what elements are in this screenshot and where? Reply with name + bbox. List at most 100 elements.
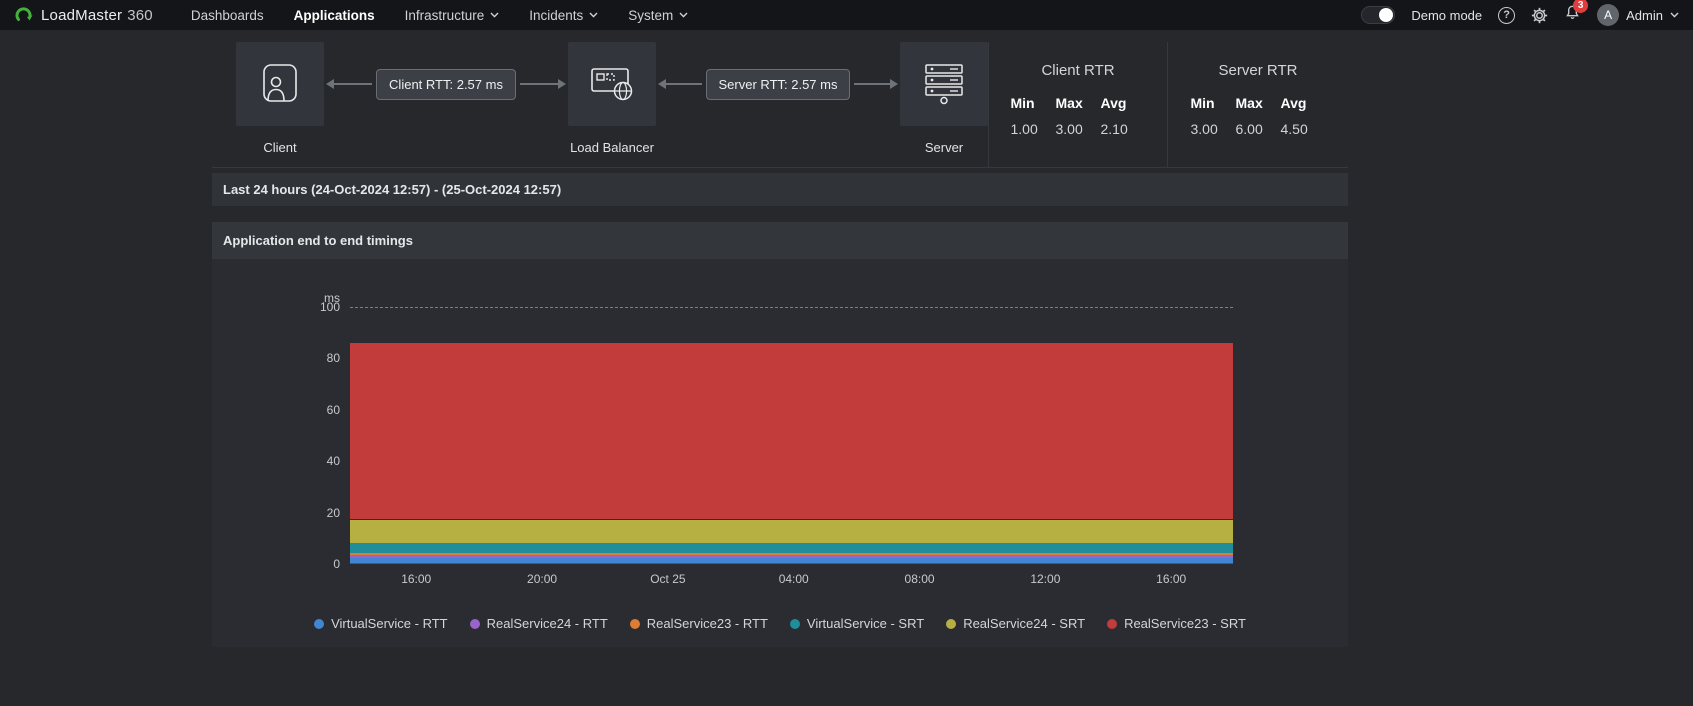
nav-item-applications[interactable]: Applications — [294, 8, 375, 23]
legend-item[interactable]: RealService23 - SRT — [1107, 616, 1246, 631]
arrow-left — [658, 79, 702, 89]
x-tick-label: 04:00 — [778, 572, 809, 586]
y-tick-label: 80 — [326, 351, 340, 366]
time-range-bar: Last 24 hours (24-Oct-2024 12:57) - (25-… — [212, 173, 1348, 206]
main-menu: Dashboards Applications Infrastructure I… — [191, 8, 688, 23]
server-rtr-table: Min Max Avg 3.00 6.00 4.50 — [1168, 95, 1348, 137]
x-tick-label: 08:00 — [904, 572, 935, 586]
chart-body: ms 0 20 40 60 80 100 16:00 20:00 Oct 25 04:00 08:… — [212, 259, 1348, 631]
notifications-button[interactable]: 3 — [1564, 0, 1589, 26]
client-icon — [263, 64, 297, 102]
node-load-balancer[interactable]: Load Balancer — [568, 42, 656, 155]
topology-section: Client Client RTT: 2.57 ms Load Balancer — [212, 42, 1348, 168]
legend-dot — [789, 618, 800, 629]
chart-legend: VirtualService - RTT RealService24 - RTT R… — [212, 616, 1348, 631]
avatar: A — [1597, 4, 1620, 26]
legend-item[interactable]: RealService23 - RTT — [629, 616, 768, 631]
plot-wrap: ms 0 20 40 60 80 100 — [320, 291, 1233, 571]
client-rtr-panel: Client RTR Min Max Avg 1.00 3.00 2.10 — [988, 42, 1167, 167]
nav-item-infrastructure[interactable]: Infrastructure — [405, 8, 500, 23]
chart-panel-header: Application end to end timings — [212, 222, 1348, 259]
legend-item[interactable]: VirtualService - SRT — [789, 616, 925, 631]
stat-value-min: 1.00 — [1010, 121, 1038, 137]
legend-item[interactable]: RealService24 - SRT — [946, 616, 1085, 631]
legend-dot — [314, 618, 325, 629]
arrow-right — [854, 79, 898, 89]
series-band — [350, 542, 1233, 553]
x-axis-labels: 16:00 20:00 Oct 25 04:00 08:00 12:00 16:00 — [350, 564, 1233, 590]
y-tick-label: 40 — [326, 454, 340, 469]
chart-title: Application end to end timings — [223, 233, 413, 248]
series-band — [350, 552, 1233, 556]
legend-item[interactable]: VirtualService - RTT — [314, 616, 448, 631]
legend-item[interactable]: RealService24 - RTT — [469, 616, 608, 631]
stat-value-max: 3.00 — [1055, 121, 1083, 137]
series-band — [350, 557, 1233, 563]
plot-area[interactable] — [350, 307, 1233, 564]
stat-header-avg: Avg — [1100, 95, 1127, 111]
user-menu[interactable]: A Admin — [1597, 4, 1679, 26]
series-band — [350, 519, 1233, 543]
nav-item-label: System — [628, 7, 674, 23]
chevron-down-icon — [490, 12, 499, 18]
toggle-knob — [1379, 8, 1394, 22]
notification-badge: 3 — [1573, 0, 1589, 13]
stat-value-avg: 2.10 — [1100, 121, 1128, 137]
x-tick-label: 12:00 — [1030, 572, 1061, 586]
stat-header-avg: Avg — [1280, 95, 1307, 111]
y-tick-label: 20 — [326, 505, 340, 520]
brand-name-main: LoadMaster — [41, 6, 123, 24]
y-tick-label: 100 — [319, 300, 340, 314]
nav-item-label: Infrastructure — [404, 7, 485, 23]
nav-item-dashboards[interactable]: Dashboards — [191, 8, 264, 23]
x-tick-label: 16:00 — [401, 572, 432, 586]
stat-value-avg: 4.50 — [1280, 121, 1308, 137]
nav-item-incidents[interactable]: Incidents — [529, 8, 598, 23]
server-rtr-title: Server RTR — [1218, 62, 1298, 79]
timings-chart-panel: Application end to end timings ms 0 20 40 6… — [212, 222, 1348, 647]
node-label: Client — [263, 140, 297, 155]
x-tick-label: 16:00 — [1156, 572, 1187, 586]
server-rtr-panel: Server RTR Min Max Avg 3.00 6.00 4.50 — [1167, 42, 1348, 167]
stat-header-max: Max — [1235, 95, 1263, 111]
brand[interactable]: LoadMaster 360 — [14, 5, 153, 25]
time-range-label: Last 24 hours (24-Oct-2024 12:57) - (25-… — [223, 182, 562, 197]
gridline-100 — [350, 307, 1233, 308]
legend-label: RealService23 - RTT — [646, 616, 768, 631]
nav-item-system[interactable]: System — [628, 8, 688, 23]
topology-diagram: Client Client RTT: 2.57 ms Load Balancer — [212, 42, 988, 167]
stat-header-min: Min — [1190, 95, 1215, 111]
client-icon-box — [236, 42, 324, 126]
node-server[interactable]: Server — [900, 42, 988, 155]
stat-value-min: 3.00 — [1190, 121, 1218, 137]
legend-label: VirtualService - SRT — [806, 616, 925, 631]
brand-name-suffix: 360 — [127, 6, 153, 24]
brand-name: LoadMaster 360 — [41, 7, 153, 24]
arrow-right — [519, 79, 567, 89]
arrow-left — [326, 79, 373, 89]
client-rtt-badge: Client RTT: 2.57 ms — [376, 68, 516, 100]
client-rtr-table: Min Max Avg 1.00 3.00 2.10 — [989, 95, 1167, 137]
stat-header-max: Max — [1055, 95, 1083, 111]
chevron-down-icon — [1670, 12, 1679, 18]
node-client[interactable]: Client — [236, 42, 324, 155]
y-tick-label: 60 — [326, 402, 340, 417]
user-name: Admin — [1626, 7, 1663, 23]
demo-mode-label: Demo mode — [1411, 7, 1483, 23]
y-axis-labels: 0 20 40 60 80 100 — [300, 300, 340, 571]
node-label: Load Balancer — [570, 140, 654, 155]
demo-mode-toggle[interactable] — [1361, 6, 1396, 24]
help-icon[interactable]: ? — [1498, 6, 1516, 24]
settings-button[interactable] — [1531, 7, 1548, 24]
legend-label: VirtualService - RTT — [331, 616, 448, 631]
legend-label: RealService24 - RTT — [486, 616, 608, 631]
x-tick-label: 20:00 — [527, 572, 558, 586]
nav-item-label: Incidents — [529, 7, 584, 23]
gear-icon — [1531, 7, 1548, 23]
stat-value-max: 6.00 — [1235, 121, 1263, 137]
series-band — [350, 342, 1233, 520]
legend-dot — [469, 618, 480, 629]
server-icon-box — [900, 42, 988, 126]
load-balancer-icon-box — [568, 42, 656, 126]
x-tick-label: Oct 25 — [650, 572, 686, 586]
